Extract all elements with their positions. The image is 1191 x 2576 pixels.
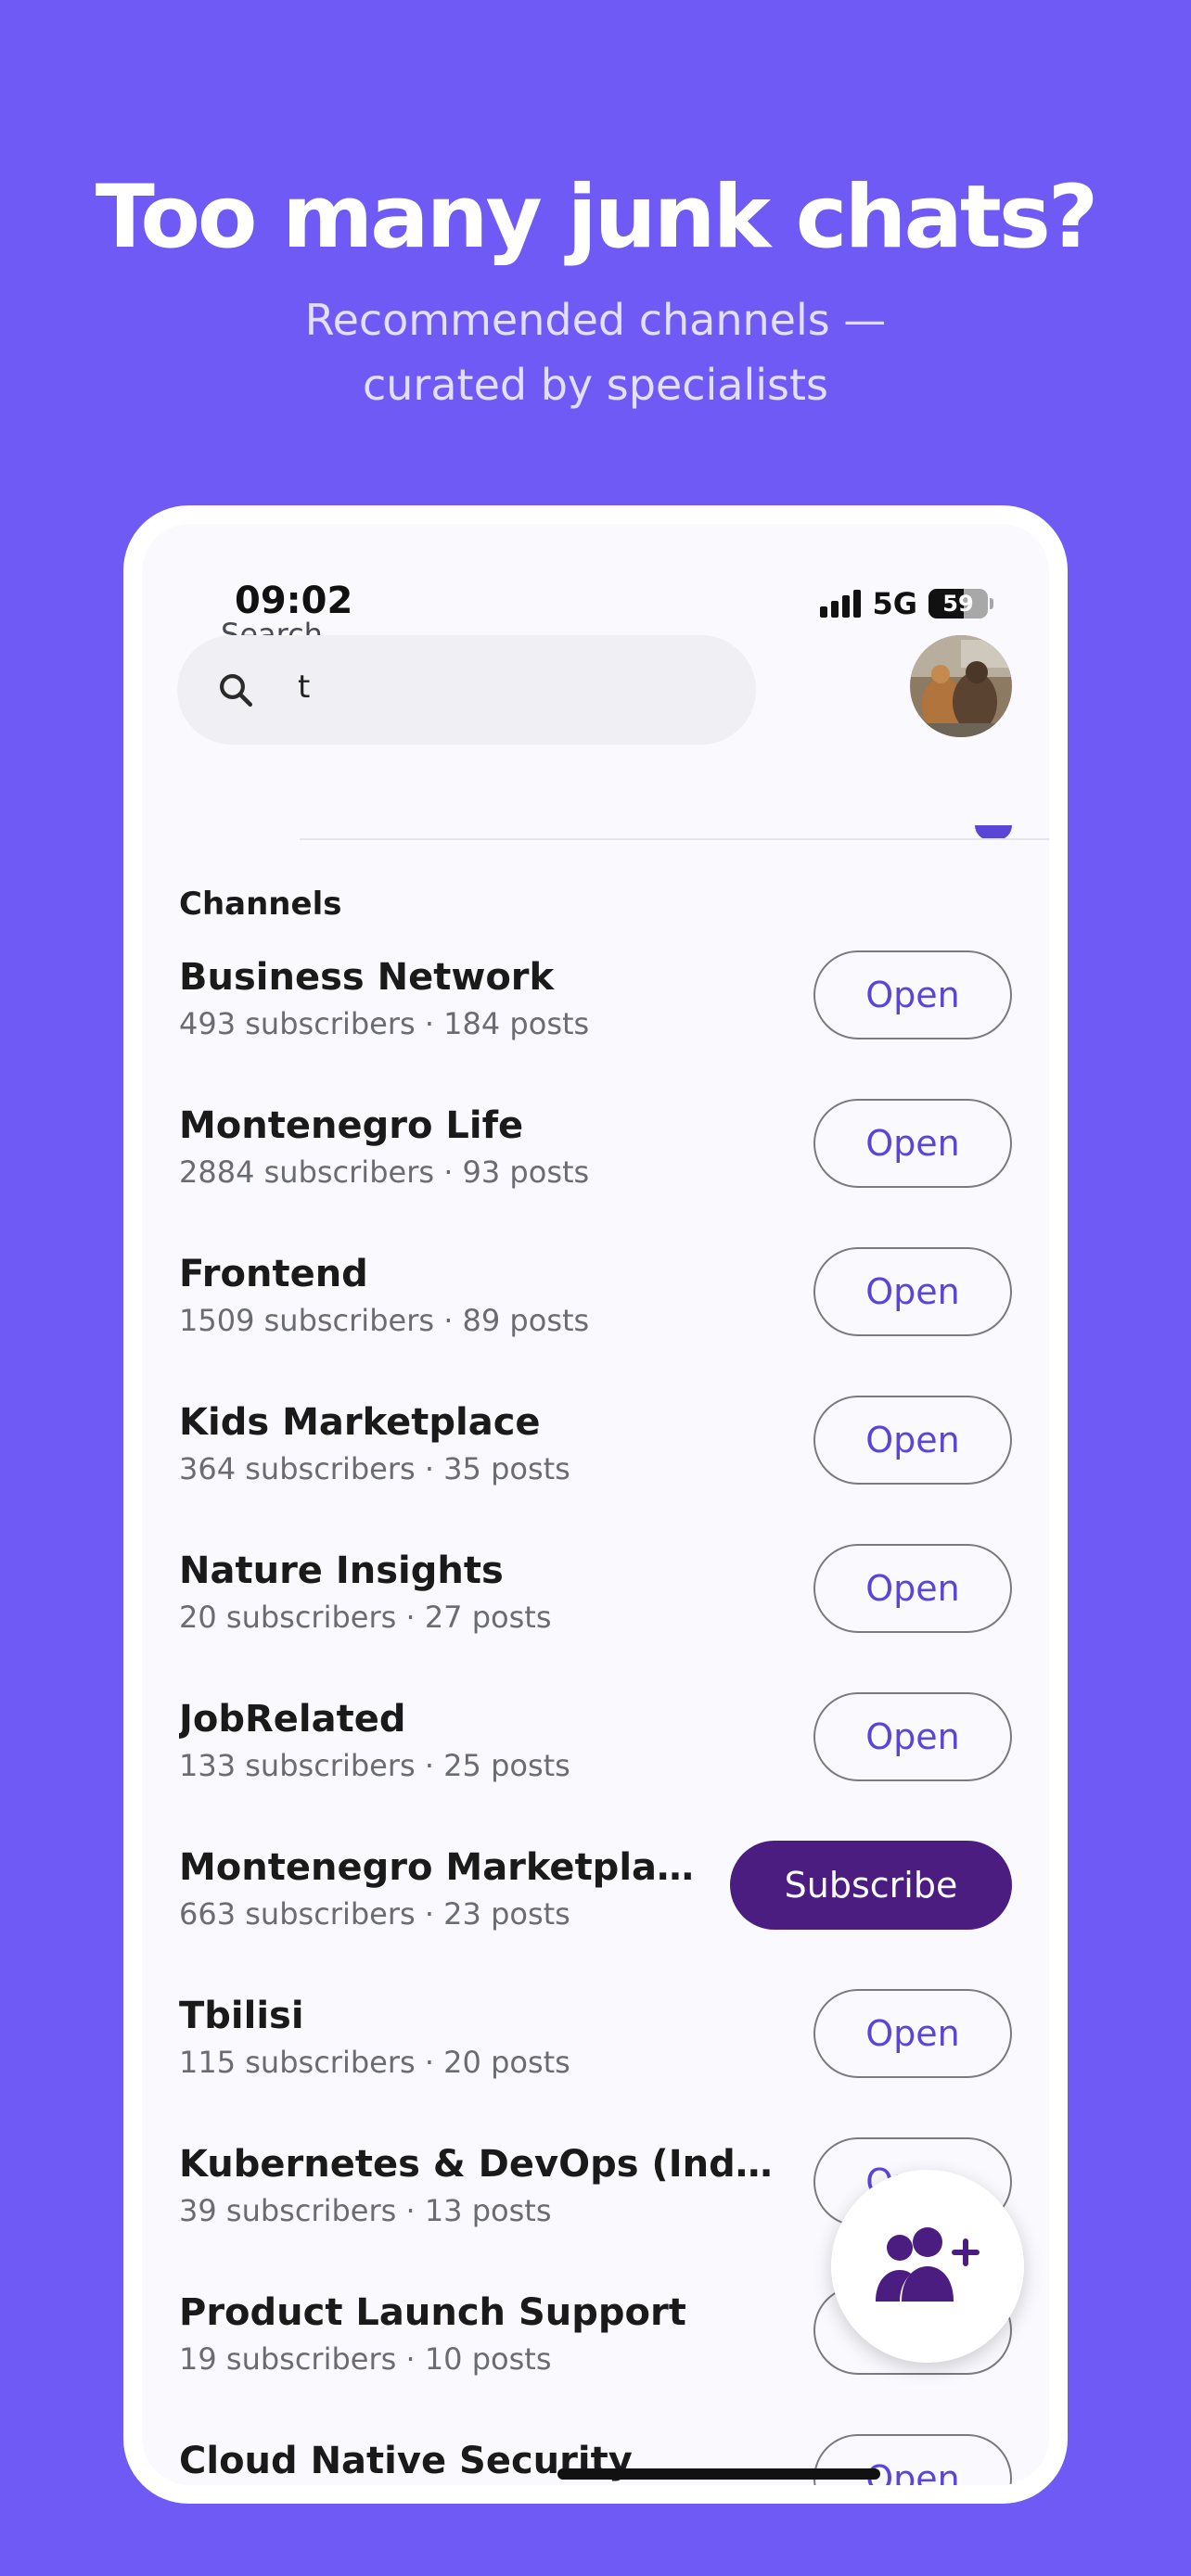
promo-subtitle-line-2: curated by specialists <box>362 360 828 410</box>
channel-name: Kids Marketplace <box>179 1401 541 1444</box>
channel-row[interactable]: Kids Marketplace 364 subscribers · 35 pos… <box>142 1396 1049 1544</box>
channel-name: Frontend <box>179 1253 368 1295</box>
open-button[interactable]: Open <box>813 1396 1012 1485</box>
channel-name: Tbilisi <box>179 1995 304 2037</box>
network-type: 5G <box>872 586 917 621</box>
channel-meta: 493 subscribers · 184 posts <box>179 1006 590 1041</box>
channel-row[interactable]: Nature Insights 20 subscribers · 27 posts… <box>142 1544 1049 1692</box>
channel-meta: 133 subscribers · 25 posts <box>179 1748 570 1783</box>
promo-headline: Too many junk chats? <box>95 167 1099 268</box>
open-button[interactable]: Open <box>813 1989 1012 2078</box>
channel-meta: 115 subscribers · 20 posts <box>179 2045 570 2080</box>
channel-row[interactable]: Frontend 1509 subscribers · 89 posts Open <box>142 1247 1049 1396</box>
channel-meta: 663 subscribers · 23 posts <box>179 1896 570 1932</box>
promo-subtitle: Recommended channels — curated by specia… <box>0 287 1191 417</box>
channel-name: Nature Insights <box>179 1549 504 1592</box>
channel-meta: 39 subscribers · 13 posts <box>179 2193 552 2228</box>
open-button[interactable]: Open <box>813 1099 1012 1188</box>
channel-meta: 1509 subscribers · 89 posts <box>179 1303 590 1338</box>
search-input[interactable]: t <box>177 635 756 745</box>
channel-row[interactable]: Montenegro Marketplace 663 subscribers · … <box>142 1841 1049 1989</box>
open-button[interactable]: Open <box>813 1247 1012 1336</box>
channel-name: JobRelated <box>179 1698 406 1741</box>
phone-frame: 09:02 5G 59 Search t Channels Business N… <box>123 505 1068 2504</box>
home-indicator[interactable] <box>557 2468 880 2480</box>
channel-meta: 364 subscribers · 35 posts <box>179 1451 570 1486</box>
search-value[interactable]: t <box>298 669 310 706</box>
battery-level: 59 <box>942 591 974 617</box>
header-divider <box>300 838 1049 840</box>
promo-subtitle-line-1: Recommended channels — <box>304 295 887 345</box>
channel-name: Product Launch Support <box>179 2291 686 2334</box>
signal-icon <box>820 590 862 618</box>
battery-icon: 59 <box>928 589 988 618</box>
app-screen: 09:02 5G 59 Search t Channels Business N… <box>142 524 1049 2485</box>
channel-row[interactable]: JobRelated 133 subscribers · 25 posts Open <box>142 1692 1049 1841</box>
section-title: Channels <box>179 886 342 923</box>
channel-name: Montenegro Marketplace <box>179 1846 698 1889</box>
battery-cap <box>990 598 993 609</box>
status-indicators: 5G 59 <box>820 568 993 639</box>
channel-row[interactable]: Business Network 493 subscribers · 184 po… <box>142 950 1049 1099</box>
channel-name: Kubernetes & DevOps (Indonesia) <box>179 2143 791 2186</box>
channel-meta: 2884 subscribers · 93 posts <box>179 1154 590 1190</box>
user-avatar[interactable] <box>910 635 1012 737</box>
channel-row[interactable]: Tbilisi 115 subscribers · 20 posts Open <box>142 1989 1049 2137</box>
add-user-button[interactable] <box>831 2170 1024 2363</box>
open-button[interactable]: Open <box>813 950 1012 1039</box>
channel-meta: 19 subscribers · 10 posts <box>179 2341 552 2377</box>
channel-row[interactable]: Montenegro Life 2884 subscribers · 93 pos… <box>142 1099 1049 1247</box>
search-icon <box>220 674 253 708</box>
channel-name: Montenegro Life <box>179 1104 524 1147</box>
avatar-image <box>910 635 1012 737</box>
channel-name: Business Network <box>179 956 555 999</box>
subscribe-button[interactable]: Subscribe <box>730 1841 1012 1930</box>
channel-meta: 20 subscribers · 27 posts <box>179 1600 552 1635</box>
open-button[interactable]: Open <box>813 1692 1012 1781</box>
open-button[interactable]: Open <box>813 1544 1012 1633</box>
add-user-icon <box>876 2227 980 2302</box>
